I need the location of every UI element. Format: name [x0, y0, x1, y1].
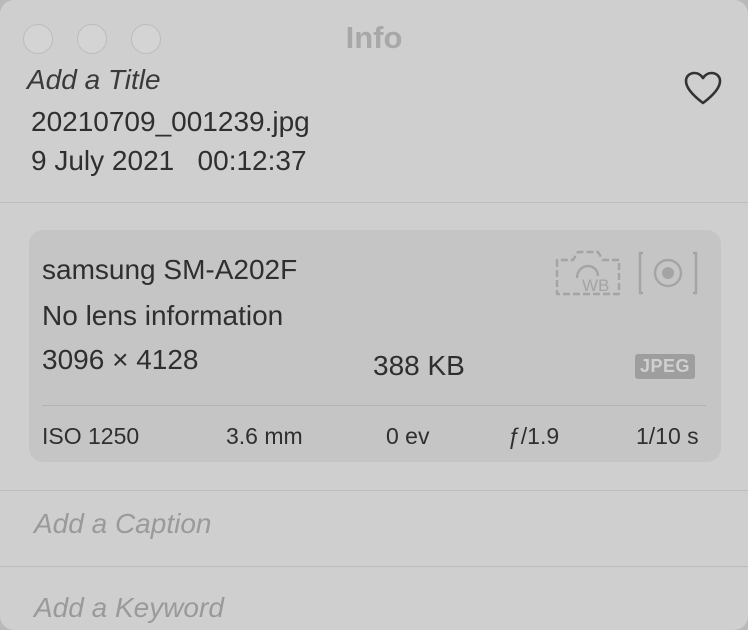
keyword-field[interactable]: Add a Keyword [34, 592, 224, 624]
divider [0, 490, 748, 491]
metadata-card: samsung SM-A202F No lens information 309… [29, 230, 721, 462]
divider [0, 202, 748, 203]
heart-icon[interactable] [683, 70, 723, 106]
date-time: 9 July 2021 00:12:37 [31, 145, 307, 176]
file-size: 388 KB [373, 350, 465, 381]
caption-field[interactable]: Add a Caption [34, 508, 211, 540]
image-dimensions: 3096 × 4128 [42, 344, 199, 375]
focal-length: 3.6 mm [226, 423, 303, 449]
card-divider [42, 405, 706, 406]
metering-icon [638, 251, 698, 295]
camera-wb-icon: WB [555, 250, 621, 296]
title-field[interactable]: Add a Title [27, 64, 161, 96]
svg-text:WB: WB [582, 276, 609, 295]
iso-value: ISO 1250 [42, 423, 140, 449]
title-bar[interactable]: Info [0, 0, 748, 70]
info-window: Info Add a Title 20210709_001239.jpg 9 J… [0, 0, 748, 630]
window-title: Info [345, 20, 403, 55]
camera-model: samsung SM-A202F [42, 254, 298, 285]
divider [0, 566, 748, 567]
lens-info: No lens information [42, 300, 284, 331]
aperture-value: ƒ/1.9 [508, 423, 560, 449]
shutter-speed: 1/10 s [636, 423, 699, 449]
exposure-bias: 0 ev [386, 423, 430, 449]
filename: 20210709_001239.jpg [31, 106, 310, 137]
format-badge: JPEG [635, 354, 696, 379]
